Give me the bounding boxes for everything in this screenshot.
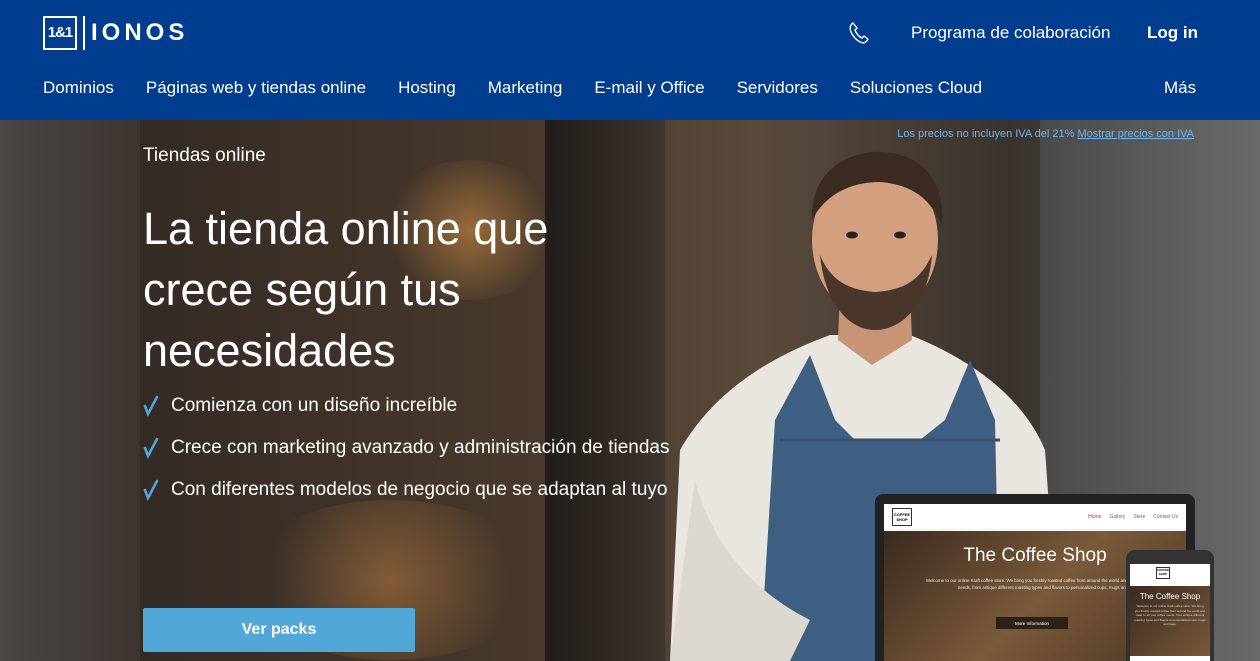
mockup-text: Welcome to our online Kraft coffee store… — [1134, 604, 1206, 626]
check-icon — [143, 395, 159, 418]
logo-divider — [83, 15, 85, 50]
nav-item-servidores[interactable]: Servidores — [737, 78, 818, 98]
phone-screen: COFFEE SHOP The Coffee Shop Welcome to o… — [1130, 564, 1210, 661]
mockup-hero: The Coffee Shop Welcome to our online Kr… — [1130, 586, 1210, 656]
nav-item-paginas-web[interactable]: Páginas web y tiendas online — [146, 78, 366, 98]
site-header: 1&1 IONOS Programa de colaboración Log i… — [0, 0, 1260, 120]
feature-text: Comienza con un diseño increíble — [171, 395, 458, 416]
mockup-link: Store — [1133, 513, 1146, 520]
nav-item-dominios[interactable]: Dominios — [43, 78, 114, 98]
nav-item-email-office[interactable]: E-mail y Office — [594, 78, 704, 98]
mockup-nav: COFFEE SHOP Home Gallery Store Contact U… — [884, 504, 1186, 530]
feature-list: Comienza con un diseño increíble Crece c… — [143, 390, 673, 516]
feature-text: Crece con marketing avanzado y administr… — [171, 437, 670, 458]
nav-item-marketing[interactable]: Marketing — [488, 78, 563, 98]
mockup-button: More Information — [996, 617, 1068, 629]
main-nav: Dominios Páginas web y tiendas online Ho… — [43, 78, 1014, 98]
partner-program-link[interactable]: Programa de colaboración — [911, 23, 1110, 43]
mockup-logo: COFFEE SHOP — [1156, 567, 1170, 579]
logo-text: IONOS — [91, 18, 189, 46]
mockup-title: The Coffee Shop — [1139, 592, 1201, 601]
phone-icon[interactable] — [846, 20, 872, 46]
feature-text: Con diferentes modelos de negocio que se… — [171, 479, 668, 500]
mockup-link: Gallery — [1109, 513, 1126, 520]
mockup-link: Contact Us — [1153, 513, 1178, 520]
mockup-links: Home Gallery Store Contact Us — [1088, 514, 1178, 520]
tax-note: Los precios no incluyen IVA del 21% Most… — [897, 128, 1194, 140]
check-icon — [143, 437, 159, 460]
hero-banner: Los precios no incluyen IVA del 21% Most… — [0, 120, 1260, 661]
hero-background-wall — [0, 120, 140, 661]
nav-item-soluciones-cloud[interactable]: Soluciones Cloud — [850, 78, 982, 98]
mockup-logo: COFFEE SHOP — [892, 507, 912, 526]
check-icon — [143, 479, 159, 502]
hero-headline: La tienda online que crece según tus nec… — [143, 203, 549, 376]
feature-item: Con diferentes modelos de negocio que se… — [143, 474, 673, 506]
nav-item-mas[interactable]: Más — [1164, 78, 1196, 98]
phone-mockup: COFFEE SHOP The Coffee Shop Welcome to o… — [1126, 550, 1214, 661]
mockup-link: Home — [1088, 513, 1102, 520]
ionos-logo[interactable]: 1&1 IONOS — [43, 15, 188, 50]
tax-note-text: Los precios no incluyen IVA del 21% — [897, 128, 1075, 140]
nav-item-hosting[interactable]: Hosting — [398, 78, 456, 98]
logo-mark: 1&1 — [43, 15, 77, 50]
feature-item: Comienza con un diseño increíble — [143, 390, 673, 422]
hero-eyebrow: Tiendas online — [143, 145, 266, 166]
login-link[interactable]: Log in — [1147, 23, 1198, 43]
feature-item: Crece con marketing avanzado y administr… — [143, 432, 673, 464]
show-prices-with-vat-link[interactable]: Mostrar precios con IVA — [1077, 128, 1194, 140]
view-packs-button[interactable]: Ver packs — [143, 608, 415, 652]
